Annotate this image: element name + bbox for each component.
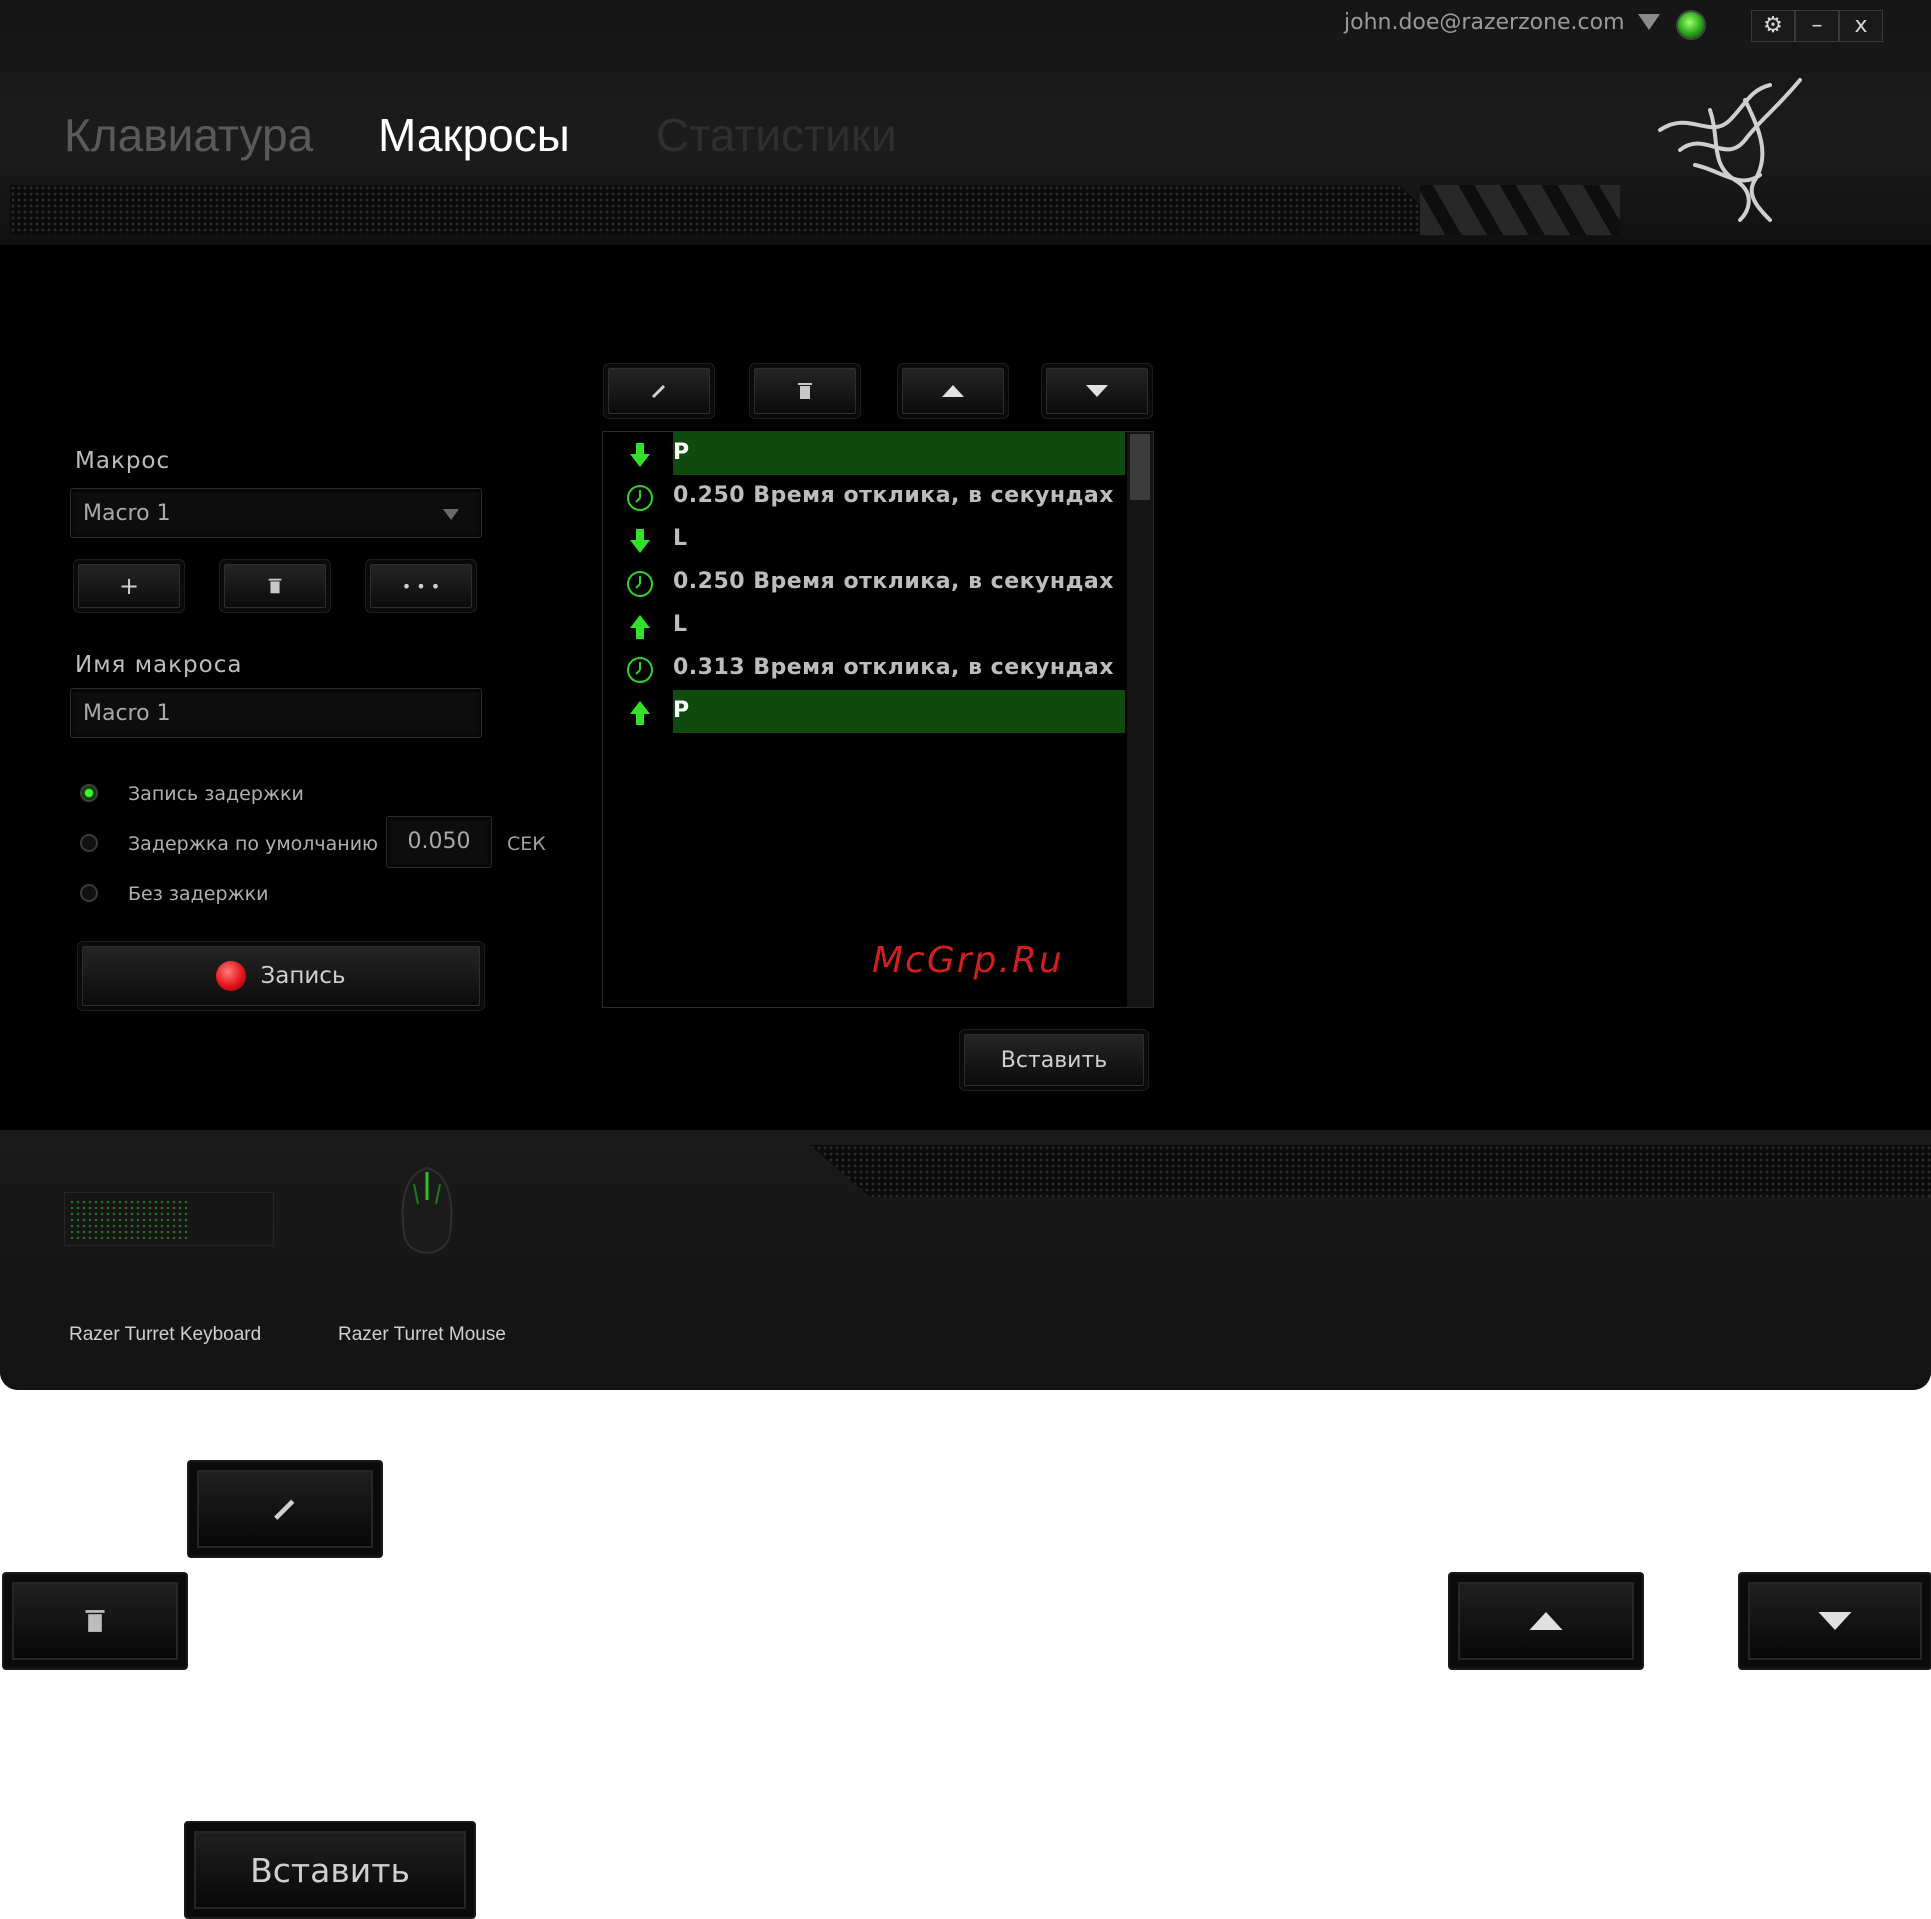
- radio-default-delay-label: Задержка по умолчанию: [128, 833, 379, 855]
- pencil-icon: [651, 384, 666, 399]
- list-scrollbar[interactable]: [1127, 432, 1153, 1007]
- more-options-button[interactable]: • • •: [370, 564, 472, 608]
- trash-icon: [85, 1610, 105, 1632]
- mouse-device-icon[interactable]: [396, 1164, 458, 1268]
- macro-row[interactable]: 0.313 Время отклика, в секундах: [603, 647, 1125, 690]
- online-status-icon: [1678, 12, 1704, 38]
- legend-insert-button: Вставить: [184, 1821, 476, 1919]
- macro-row[interactable]: L: [603, 604, 1125, 647]
- key-up-arrow-icon: [630, 615, 650, 639]
- header-stripes: [1420, 185, 1620, 235]
- header-texture-strip: [10, 185, 1450, 235]
- key-up-arrow-icon: [630, 701, 650, 725]
- clock-icon: [627, 571, 653, 597]
- macro-label: Макрос: [75, 448, 171, 474]
- record-button[interactable]: Запись: [82, 946, 480, 1006]
- macro-row[interactable]: P: [603, 432, 1125, 475]
- selection-highlight: [673, 690, 1125, 733]
- trash-icon: [798, 383, 812, 399]
- razer-synapse-window: john.doe@razerzone.com ⚙ – x Клавиатура …: [0, 0, 1931, 1390]
- radio-record-delay[interactable]: [80, 784, 98, 802]
- insert-button[interactable]: Вставить: [964, 1034, 1144, 1086]
- scrollbar-thumb[interactable]: [1130, 434, 1150, 500]
- delete-macro-button[interactable]: [224, 564, 326, 608]
- move-down-button[interactable]: [1046, 368, 1148, 414]
- delay-unit-label: СЕК: [507, 833, 546, 855]
- macro-row-text: 0.250 Время отклика, в секундах: [673, 569, 1114, 594]
- user-email[interactable]: john.doe@razerzone.com: [1344, 10, 1625, 35]
- macro-row[interactable]: L: [603, 518, 1125, 561]
- clock-icon: [627, 657, 653, 683]
- legend-delete-button: [2, 1572, 188, 1670]
- device-label-mouse[interactable]: Razer Turret Mouse: [338, 1324, 506, 1346]
- record-button-label: Запись: [260, 963, 346, 989]
- move-up-button[interactable]: [902, 368, 1004, 414]
- minimize-button[interactable]: –: [1795, 10, 1839, 42]
- trash-icon: [268, 578, 282, 594]
- macro-row[interactable]: P: [603, 690, 1125, 733]
- pencil-icon: [274, 1499, 295, 1520]
- close-button[interactable]: x: [1839, 10, 1883, 42]
- macro-row[interactable]: 0.250 Время отклика, в секундах: [603, 561, 1125, 604]
- add-macro-button[interactable]: +: [78, 564, 180, 608]
- macro-row-text: P: [673, 698, 690, 723]
- macro-name-input[interactable]: Macro 1: [70, 688, 482, 738]
- default-delay-input[interactable]: 0.050: [386, 816, 492, 868]
- arrow-up-icon: [942, 385, 964, 397]
- selection-highlight: [673, 432, 1125, 475]
- legend-up-button: [1448, 1572, 1644, 1670]
- radio-no-delay[interactable]: [80, 884, 98, 902]
- macro-row-text: P: [673, 440, 690, 465]
- edit-button[interactable]: [608, 368, 710, 414]
- device-label-keyboard[interactable]: Razer Turret Keyboard: [69, 1324, 261, 1346]
- macro-row-text: 0.313 Время отклика, в секундах: [673, 655, 1114, 680]
- keyboard-device-icon[interactable]: [64, 1192, 274, 1246]
- razer-logo-icon: [1658, 78, 1802, 222]
- legend-down-button: [1738, 1572, 1931, 1670]
- radio-default-delay[interactable]: [80, 834, 98, 852]
- arrow-down-icon: [1818, 1612, 1852, 1630]
- watermark-text: McGrp.Ru: [872, 940, 1064, 981]
- macro-row-text: L: [673, 526, 688, 551]
- tab-keyboard[interactable]: Клавиатура: [64, 108, 313, 162]
- tab-stats[interactable]: Статистики: [656, 108, 897, 162]
- macro-select-value: Macro 1: [83, 501, 171, 526]
- macro-name-label: Имя макроса: [75, 652, 243, 678]
- macro-row[interactable]: 0.250 Время отклика, в секундах: [603, 475, 1125, 518]
- settings-button[interactable]: ⚙: [1751, 10, 1795, 42]
- clock-icon: [627, 485, 653, 511]
- device-texture-strip: [810, 1145, 1931, 1197]
- legend-edit-button: [187, 1460, 383, 1558]
- radio-record-delay-label: Запись задержки: [128, 783, 304, 805]
- macro-select[interactable]: Macro 1: [70, 488, 482, 538]
- user-dropdown-icon[interactable]: [1638, 14, 1660, 30]
- delete-row-button[interactable]: [754, 368, 856, 414]
- tab-macros[interactable]: Макросы: [378, 108, 570, 162]
- macro-sequence-list[interactable]: P 0.250 Время отклика, в секундах L 0.250 В…: [602, 431, 1154, 1008]
- arrow-up-icon: [1529, 1612, 1563, 1630]
- macro-row-text: 0.250 Время отклика, в секундах: [673, 483, 1114, 508]
- record-icon: [216, 961, 247, 991]
- key-down-arrow-icon: [630, 443, 650, 467]
- radio-no-delay-label: Без задержки: [128, 883, 269, 905]
- macro-name-value: Macro 1: [83, 701, 171, 726]
- macro-row-text: L: [673, 612, 688, 637]
- key-down-arrow-icon: [630, 529, 650, 553]
- keyboard-keys: [69, 1199, 187, 1239]
- arrow-down-icon: [1086, 385, 1108, 397]
- chevron-down-icon: [443, 509, 459, 520]
